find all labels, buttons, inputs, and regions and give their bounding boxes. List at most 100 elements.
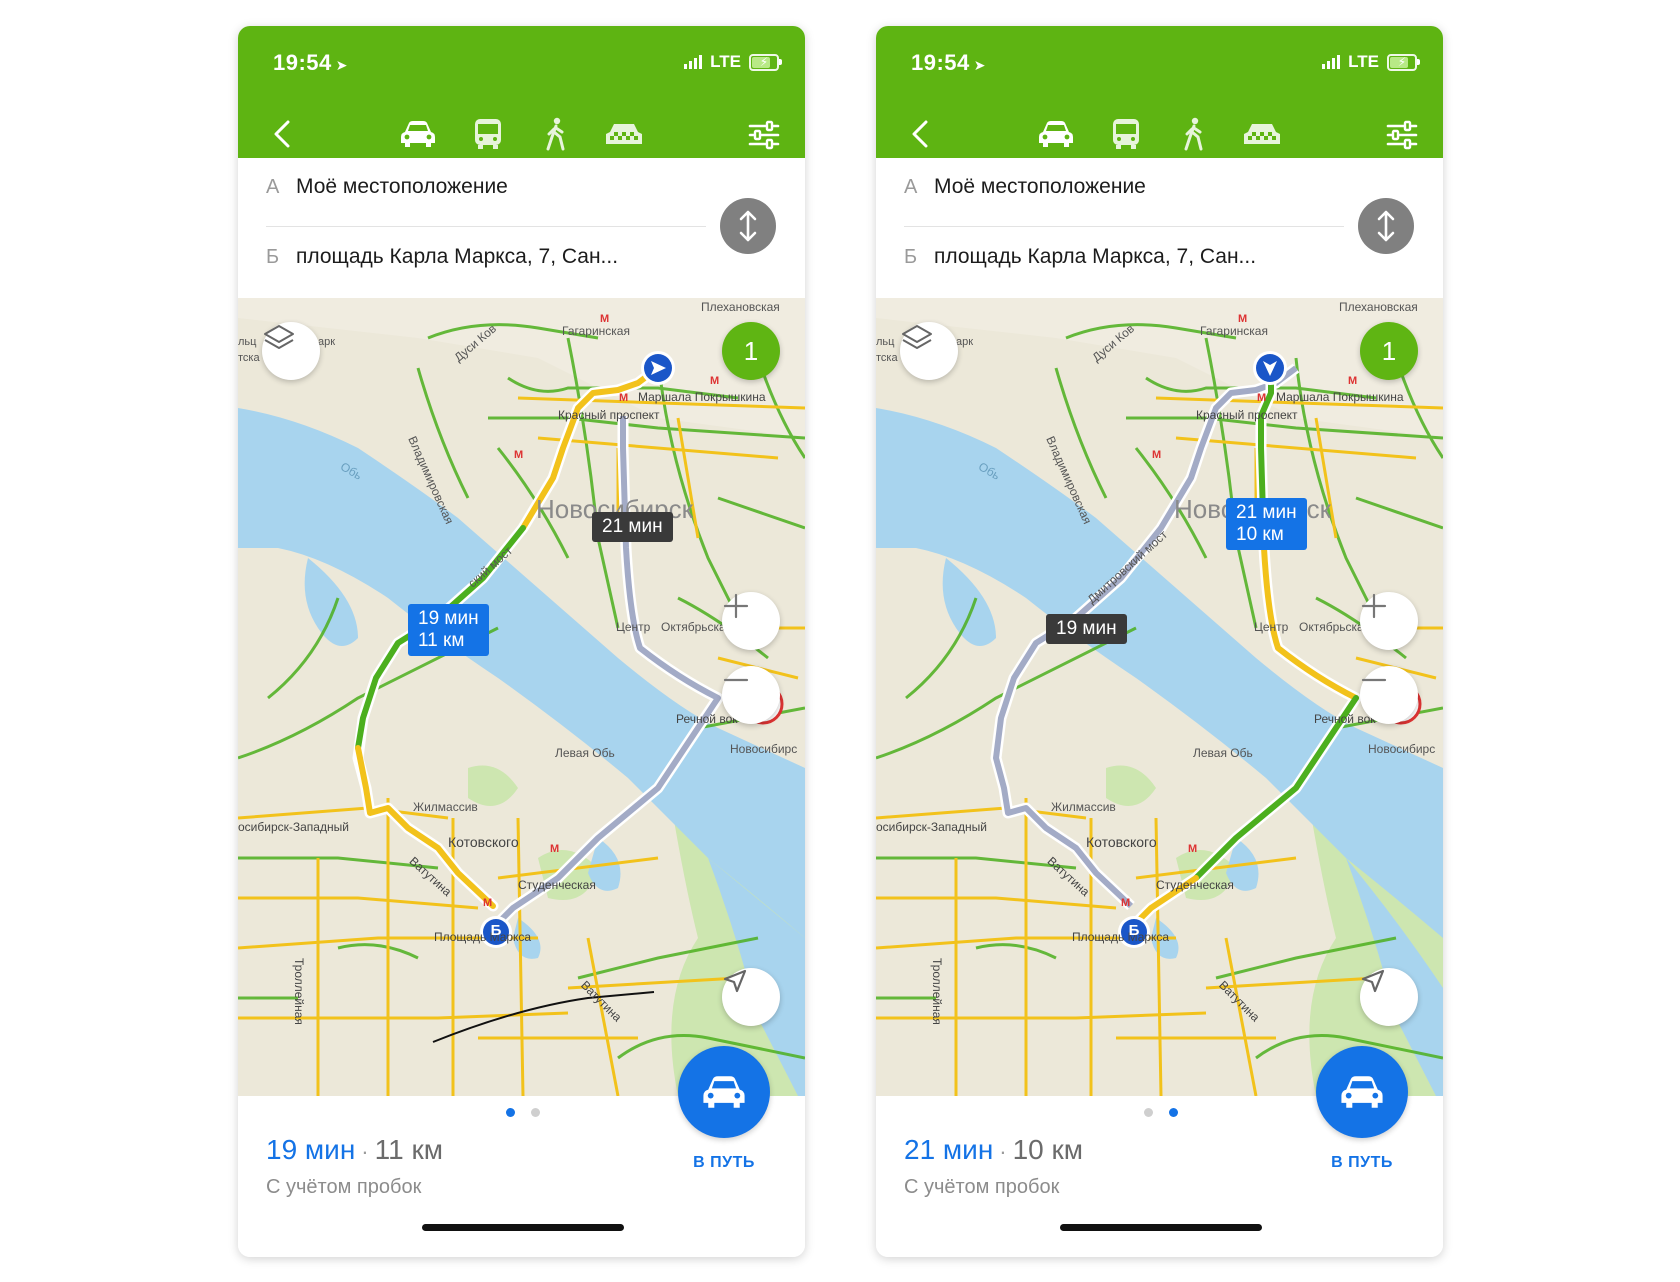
point-b-letter: Б — [266, 245, 280, 268]
route-to-field[interactable]: Б площадь Карла Маркса, 7, Сан... — [904, 242, 1256, 272]
map-label-trolleynaya: Троллейная — [930, 958, 944, 1025]
route-points-panel: А Моё местоположение Б площадь Карла Мар… — [876, 158, 1443, 298]
summary-time: 21 мин — [904, 1134, 994, 1165]
zoom-out-button[interactable] — [722, 666, 780, 724]
route-to-text: площадь Карла Маркса, 7, Сан... — [296, 245, 619, 268]
bubble-time: 19 мин — [418, 608, 479, 629]
route-from-field[interactable]: А Моё местоположение — [904, 172, 1146, 202]
route-from-text: Моё местоположение — [296, 175, 508, 198]
mode-walk-tab[interactable] — [1174, 116, 1214, 152]
layers-button[interactable] — [900, 322, 958, 380]
end-marker[interactable]: Б — [1127, 922, 1141, 939]
page-dot[interactable] — [506, 1108, 515, 1117]
page-dot[interactable] — [531, 1108, 540, 1117]
go-button[interactable] — [678, 1046, 770, 1138]
mode-taxi-tab[interactable] — [604, 116, 644, 152]
mode-walk-tab[interactable] — [536, 116, 576, 152]
top-bar: 19:54 ➤ LTE ⚡ — [238, 26, 805, 158]
location-arrow-icon: ➤ — [335, 57, 349, 73]
status-indicators: LTE ⚡ — [1322, 52, 1420, 72]
my-location-button[interactable] — [1360, 968, 1418, 1026]
map-label-trolleynaya: Троллейная — [292, 958, 306, 1025]
taxi-icon — [1244, 124, 1280, 144]
selected-route-bubble[interactable]: 21 мин 10 км — [1226, 498, 1307, 550]
back-icon — [912, 120, 928, 148]
route-to-field[interactable]: Б площадь Карла Маркса, 7, Сан... — [266, 242, 618, 272]
battery-icon: ⚡ — [1387, 53, 1420, 71]
bubble-distance: 11 км — [418, 630, 465, 651]
signal-icon — [684, 55, 703, 69]
taxi-icon — [606, 124, 642, 144]
summary-separator: · — [999, 1139, 1007, 1164]
map-label-plekhanovskaya: Плехановская — [701, 300, 780, 314]
bubble-time: 21 мин — [602, 516, 663, 537]
mode-taxi-tab[interactable] — [1242, 116, 1282, 152]
battery-icon: ⚡ — [749, 53, 782, 71]
swap-points-button[interactable] — [720, 198, 776, 254]
mode-bus-tab[interactable] — [468, 116, 508, 152]
route-summary: 21 мин · 10 км — [904, 1134, 1083, 1166]
end-marker[interactable]: Б — [489, 922, 503, 939]
svg-text:M: M — [1152, 449, 1161, 461]
map-label-edge2: тска — [238, 352, 260, 364]
back-button[interactable] — [904, 114, 938, 154]
settings-icon — [1386, 120, 1418, 150]
zoom-out-icon — [723, 678, 749, 682]
route-settings-button[interactable] — [747, 118, 781, 152]
map-label-station: Новосибирс — [1368, 742, 1436, 756]
traffic-level-badge[interactable]: 1 — [722, 322, 780, 380]
clock-text: 19:54 — [273, 50, 332, 75]
map-label-studencheskaya: Студенческая — [1156, 878, 1234, 892]
mode-toolbar — [876, 114, 1443, 154]
status-time: 19:54 ➤ — [273, 50, 348, 76]
map-label-kotovskogo: Котовского — [448, 834, 519, 850]
walk-icon — [1184, 117, 1203, 151]
swap-points-button[interactable] — [1358, 198, 1414, 254]
zoom-in-button[interactable] — [722, 592, 780, 650]
bubble-distance: 10 км — [1236, 524, 1284, 545]
mode-car-tab[interactable] — [1036, 116, 1076, 152]
mode-bus-tab[interactable] — [1106, 116, 1146, 152]
map-label-station: Новосибирс — [730, 742, 798, 756]
traffic-note: С учётом пробок — [266, 1176, 422, 1198]
route-page-indicator — [1144, 1108, 1178, 1117]
route-from-text: Моё местоположение — [934, 175, 1146, 198]
back-button[interactable] — [266, 114, 300, 154]
map-label-krasny: Красный проспект — [558, 408, 660, 422]
route-settings-button[interactable] — [1385, 118, 1419, 152]
my-location-button[interactable] — [722, 968, 780, 1026]
map-view[interactable]: M M M M M M Плехановская Гагаринская Дус… — [238, 298, 805, 1096]
layers-button[interactable] — [262, 322, 320, 380]
svg-text:M: M — [1188, 843, 1197, 855]
page-dot[interactable] — [1169, 1108, 1178, 1117]
status-time: 19:54 ➤ — [911, 50, 986, 76]
clock-text: 19:54 — [911, 50, 970, 75]
summary-separator: · — [361, 1139, 369, 1164]
map-view[interactable]: M M M M M M Плехановская Гагаринская Дус… — [876, 298, 1443, 1096]
route-from-field[interactable]: А Моё местоположение — [266, 172, 508, 202]
layers-icon — [902, 325, 932, 349]
home-indicator[interactable] — [422, 1224, 624, 1231]
selected-route-bubble[interactable]: 19 мин 11 км — [408, 604, 489, 656]
svg-text:M: M — [1257, 392, 1266, 404]
mode-car-tab[interactable] — [398, 116, 438, 152]
divider — [904, 226, 1344, 227]
alt-route-bubble[interactable]: 21 мин — [592, 512, 673, 542]
svg-text:M: M — [550, 843, 559, 855]
zoom-in-button[interactable] — [1360, 592, 1418, 650]
alt-route-bubble[interactable]: 19 мин — [1046, 614, 1127, 644]
zoom-out-button[interactable] — [1360, 666, 1418, 724]
page-dot[interactable] — [1144, 1108, 1153, 1117]
map-label-gagarinskaya: Гагаринская — [562, 324, 630, 338]
go-button[interactable] — [1316, 1046, 1408, 1138]
point-a-letter: А — [904, 175, 918, 198]
map-label-marshala: Маршала Покрышкина — [1276, 390, 1404, 404]
route-summary-panel: 21 мин · 10 км С учётом пробок В ПУТЬ — [876, 1046, 1443, 1257]
go-label[interactable]: В ПУТЬ — [1310, 1154, 1414, 1172]
home-indicator[interactable] — [1060, 1224, 1262, 1231]
phone-screen-route-1: 19:54 ➤ LTE ⚡ А Моё местоположение Б пло… — [238, 26, 805, 1257]
go-label[interactable]: В ПУТЬ — [672, 1154, 776, 1172]
traffic-level-badge[interactable]: 1 — [1360, 322, 1418, 380]
map-label-zhilmassiv: Жилмассив — [413, 800, 478, 814]
map-label-zhilmassiv: Жилмассив — [1051, 800, 1116, 814]
